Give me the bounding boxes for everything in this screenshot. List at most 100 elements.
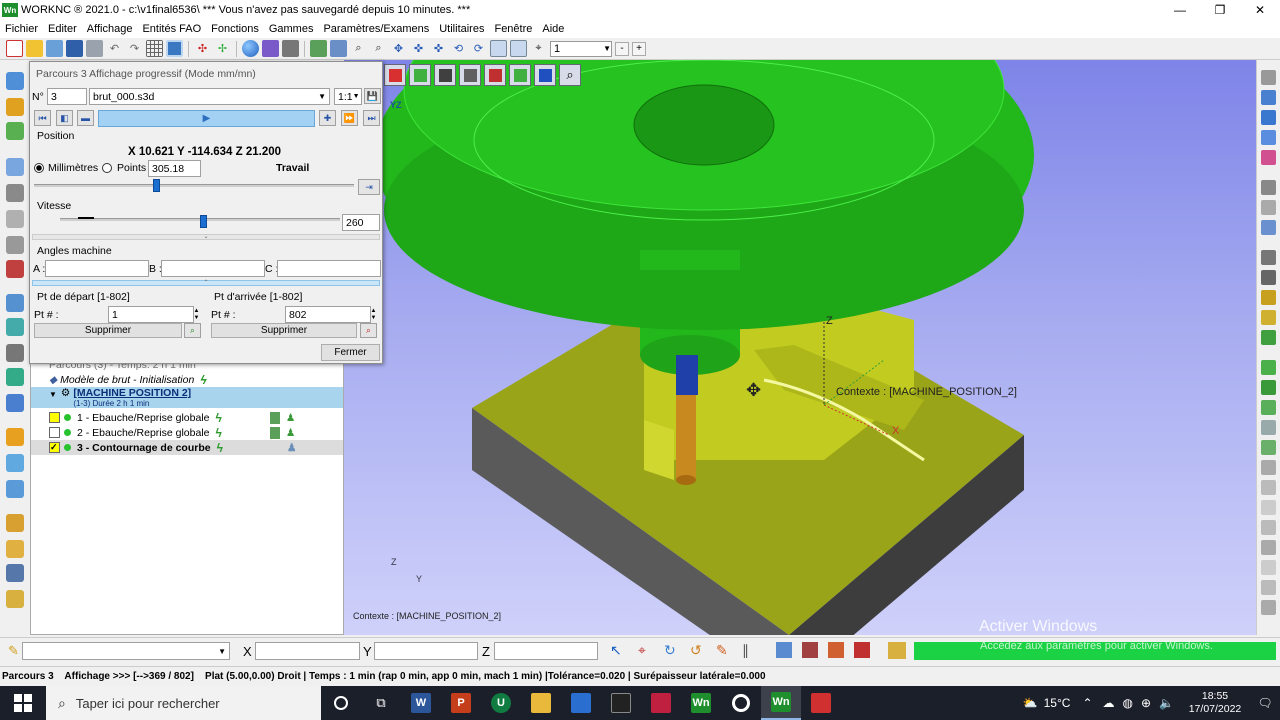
- calculate-icon[interactable]: [888, 642, 906, 659]
- menu-fonctions[interactable]: Fonctions: [206, 23, 264, 35]
- toolpath-1-checkbox[interactable]: [49, 412, 60, 423]
- right-tool-21-icon[interactable]: [1261, 500, 1276, 515]
- worknc-taskbar-icon[interactable]: Wn: [681, 686, 721, 720]
- rotate-y-icon[interactable]: ✜: [430, 40, 447, 57]
- right-tool-10-icon[interactable]: [1261, 270, 1276, 285]
- end-point-spinner[interactable]: ▲ ▼: [369, 307, 378, 322]
- menu-utilitaires[interactable]: Utilitaires: [434, 23, 489, 35]
- new-file-icon[interactable]: [6, 40, 23, 57]
- powerpoint-icon[interactable]: P: [441, 686, 481, 720]
- right-tool-14-icon[interactable]: [1261, 360, 1276, 375]
- drilling-icon[interactable]: [6, 236, 24, 254]
- right-tool-15-icon[interactable]: [1261, 380, 1276, 395]
- tree-row-machine-group[interactable]: ▼ ⚙ [MACHINE POSITION 2] (1-3) Durée 2 h…: [31, 387, 343, 408]
- entity-select[interactable]: ▼: [22, 642, 230, 660]
- contour-icon[interactable]: [6, 260, 24, 278]
- store-icon[interactable]: [561, 686, 601, 720]
- weather-icon[interactable]: ⛅: [1023, 696, 1038, 710]
- rotate-z-icon[interactable]: ⟲: [450, 40, 467, 57]
- table-icon[interactable]: [310, 40, 327, 57]
- tree-row-stock-model[interactable]: ◆ Modèle de brut - Initialisation ϟ: [31, 372, 343, 387]
- pdf-app-icon[interactable]: [801, 686, 841, 720]
- angle-a-field[interactable]: [45, 260, 149, 277]
- pin-icon[interactable]: ✎: [8, 643, 19, 659]
- measure-icon[interactable]: ⌖: [530, 40, 547, 57]
- right-tool-18-icon[interactable]: [1261, 440, 1276, 455]
- render-icon[interactable]: [776, 642, 792, 658]
- fit-view-icon[interactable]: [490, 40, 507, 57]
- start-point-spinner[interactable]: ▲ ▼: [192, 307, 201, 322]
- view-top-button[interactable]: [434, 64, 456, 86]
- tree-row-toolpath-2[interactable]: 2 - Ebauche/Reprise globale ϟ ♟: [31, 425, 343, 440]
- right-tool-25-icon[interactable]: [1261, 580, 1276, 595]
- printer-icon[interactable]: [6, 564, 24, 582]
- onedrive-icon[interactable]: ☁: [1103, 696, 1115, 710]
- save-view-icon[interactable]: 💾: [364, 88, 381, 104]
- machine-setup-icon[interactable]: [802, 642, 818, 658]
- file-select[interactable]: brut_000.s3d ▼: [89, 88, 330, 105]
- scale-select[interactable]: 1:1 ▼: [334, 88, 362, 105]
- radio-millimetres[interactable]: [34, 163, 44, 173]
- pan-icon[interactable]: ✥: [390, 40, 407, 57]
- postprocessor-icon[interactable]: [6, 540, 24, 558]
- orbit-icon[interactable]: ⟳: [470, 40, 487, 57]
- expand-divider[interactable]: ⌃: [32, 280, 380, 286]
- check-icon[interactable]: [6, 454, 24, 472]
- layout-icon[interactable]: [166, 40, 183, 57]
- right-tool-26-icon[interactable]: [1261, 600, 1276, 615]
- menu-aide[interactable]: Aide: [537, 23, 569, 35]
- cortana-icon[interactable]: [321, 686, 361, 720]
- windows-start-icon[interactable]: [0, 686, 46, 720]
- settings-icon[interactable]: [6, 344, 24, 362]
- right-tool-23-icon[interactable]: [1261, 540, 1276, 555]
- position-slider-track[interactable]: [34, 184, 354, 187]
- start-pick-icon[interactable]: ⌕: [184, 323, 201, 338]
- offset-icon[interactable]: ∥: [742, 642, 749, 659]
- finishing-icon[interactable]: [6, 210, 24, 228]
- end-delete-button[interactable]: Supprimer: [211, 323, 357, 338]
- menu-fichier[interactable]: Fichier: [0, 23, 43, 35]
- volume-icon[interactable]: 🔈: [1159, 696, 1174, 710]
- view-back-button[interactable]: [409, 64, 431, 86]
- right-tool-12-icon[interactable]: [1261, 310, 1276, 325]
- triad-icon[interactable]: ✢: [214, 40, 231, 57]
- position-slider-end-button[interactable]: ⇥: [358, 179, 380, 195]
- draw-icon[interactable]: ✎: [716, 642, 728, 659]
- first-button[interactable]: ⏮: [34, 110, 51, 126]
- tree-icon[interactable]: [6, 368, 24, 386]
- save-icon[interactable]: [66, 40, 83, 57]
- points-field[interactable]: 305.18: [148, 160, 201, 177]
- 3d-viewport[interactable]: Z X ✥ ⌕ YZ Contexte : [MACHINE_POSITION_…: [344, 60, 1256, 635]
- toolpath-3-checkbox[interactable]: ✓: [49, 442, 60, 453]
- play-button[interactable]: ▶: [98, 110, 315, 127]
- last-button[interactable]: ⏭: [363, 110, 380, 126]
- zoom-icon[interactable]: ⌕: [370, 40, 387, 57]
- right-tool-4-icon[interactable]: [1261, 130, 1276, 145]
- view-zoom-button[interactable]: ⌕: [559, 64, 581, 86]
- right-tool-22-icon[interactable]: [1261, 520, 1276, 535]
- file-explorer-icon[interactable]: [521, 686, 561, 720]
- step-back-button[interactable]: ◧: [56, 110, 73, 126]
- right-tool-5-icon[interactable]: [1261, 150, 1276, 165]
- machine-icon[interactable]: [6, 514, 24, 532]
- layers-icon[interactable]: [6, 294, 24, 312]
- probe-icon[interactable]: [6, 318, 24, 336]
- right-tool-9-icon[interactable]: [1261, 250, 1276, 265]
- number-field[interactable]: 3: [47, 88, 87, 105]
- menu-affichage[interactable]: Affichage: [82, 23, 138, 35]
- update-icon[interactable]: U: [481, 686, 521, 720]
- radio-points[interactable]: [102, 163, 112, 173]
- report-icon[interactable]: [6, 394, 24, 412]
- right-tool-17-icon[interactable]: [1261, 420, 1276, 435]
- right-tool-13-icon[interactable]: [1261, 330, 1276, 345]
- open-folder-icon[interactable]: [26, 40, 43, 57]
- layer-minus-button[interactable]: -: [615, 41, 629, 56]
- view-left-button[interactable]: [484, 64, 506, 86]
- select-cursor-icon[interactable]: ↖: [610, 642, 622, 659]
- view-iso-button[interactable]: [534, 64, 556, 86]
- start-delete-button[interactable]: Supprimer: [34, 323, 182, 338]
- media-app-icon[interactable]: [641, 686, 681, 720]
- close-button[interactable]: ✕: [1240, 0, 1280, 20]
- clock[interactable]: 18:55 17/07/2022: [1180, 690, 1250, 716]
- right-tool-19-icon[interactable]: [1261, 460, 1276, 475]
